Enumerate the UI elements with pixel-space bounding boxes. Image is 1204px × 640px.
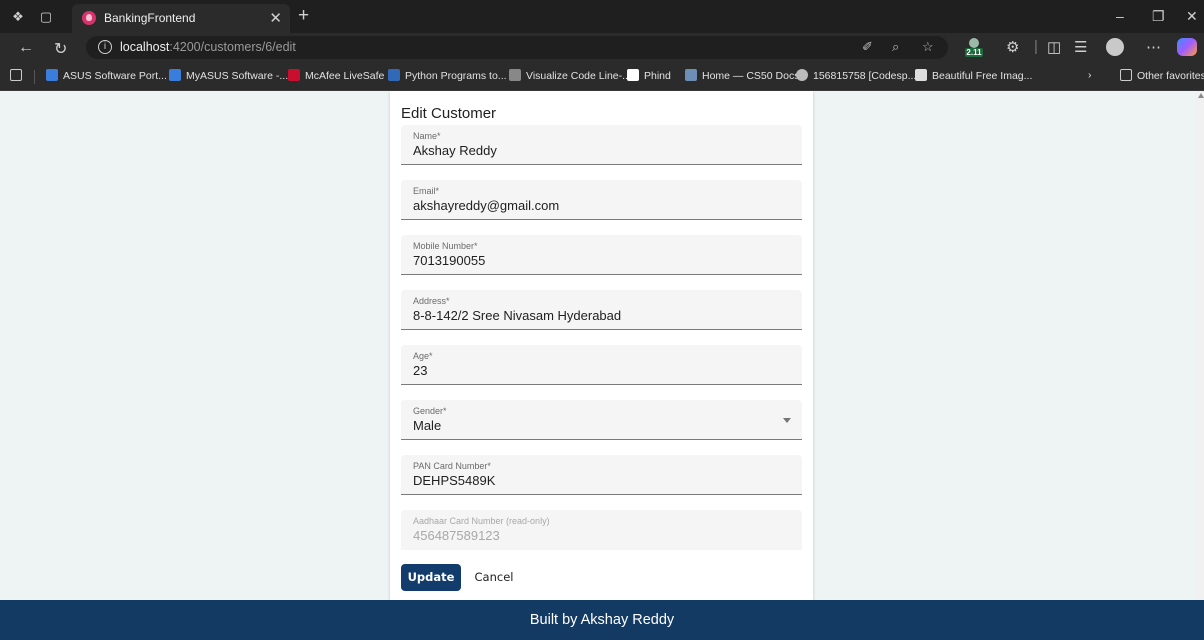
other-favorites[interactable]: Other favorites [1120,69,1204,82]
copilot-icon[interactable] [1177,38,1197,56]
aadhaar-card-field: Aadhaar Card Number (read-only) 45648758… [401,510,802,550]
bookmarks-bar: ASUS Software Port... MyASUS Software -.… [0,62,1204,91]
name-field[interactable]: Name* Akshay Reddy [401,125,802,165]
bookmark-visualize-code[interactable]: Visualize Code Line-... [509,69,631,82]
image-site-icon [915,69,927,81]
form-title: Edit Customer [401,105,497,122]
split-screen-icon[interactable]: ◫ [1047,38,1061,56]
extension-icon[interactable]: 2.11 [965,37,983,57]
workspaces-icon[interactable]: ❖ [10,9,26,25]
angular-favicon-icon [82,11,96,25]
name-label: Name* [413,131,441,141]
extensions-puzzle-icon[interactable]: ⚙ [1006,38,1019,56]
back-icon[interactable]: ← [18,39,34,57]
mobile-number-field[interactable]: Mobile Number* 7013190055 [401,235,802,275]
minimize-icon[interactable]: – [1116,8,1124,24]
visualize-icon [509,69,521,81]
bookmark-phind[interactable]: Phind [627,69,671,82]
mobile-number-label: Mobile Number* [413,241,478,251]
bookmarks-toggle-icon[interactable] [10,69,27,82]
bookmark-cs50-docs[interactable]: Home — CS50 Docs [685,69,799,82]
gender-select[interactable]: Gender* Male [401,400,802,440]
more-bookmarks-chevron-icon[interactable]: › [1088,69,1092,81]
mobile-number-input[interactable]: 7013190055 [413,253,485,268]
new-tab-icon[interactable]: + [298,5,309,27]
phind-icon [627,69,639,81]
restore-icon[interactable]: ❐ [1152,8,1165,25]
favorites-icon[interactable]: ☰ [1074,38,1087,56]
tab-title: BankingFrontend [104,11,196,25]
cancel-button[interactable]: Cancel [468,564,520,591]
bookmark-python-programs[interactable]: Python Programs to... [388,69,507,82]
bookmark-mcafee[interactable]: McAfee LiveSafe [288,69,384,82]
bookmark-beautiful-images[interactable]: Beautiful Free Imag... [915,69,1032,82]
folder-icon [1120,69,1132,81]
age-input[interactable]: 23 [413,363,427,378]
browser-tab-bar: ❖ ▢ BankingFrontend ✕ + – ❐ ✕ [0,0,1204,33]
edit-customer-card: Edit Customer Name* Akshay Reddy Email* … [390,91,813,601]
dropdown-arrow-icon[interactable] [783,418,791,423]
url-input[interactable]: i localhost:4200/customers/6/edit ✐ ⌕ ☆ [86,36,948,59]
update-button[interactable]: Update [401,564,461,591]
profile-avatar[interactable] [1106,38,1124,56]
cs50-icon [685,69,697,81]
page-scrollbar[interactable] [1196,91,1204,600]
address-field[interactable]: Address* 8-8-142/2 Sree Nivasam Hyderaba… [401,290,802,330]
age-field[interactable]: Age* 23 [401,345,802,385]
asus-icon [169,69,181,81]
address-input[interactable]: 8-8-142/2 Sree Nivasam Hyderabad [413,308,621,323]
bookmark-myasus[interactable]: MyASUS Software -... [169,69,288,82]
python-icon [388,69,400,81]
footer: Built by Akshay Reddy [0,600,1204,640]
gender-label: Gender* [413,406,447,416]
tab-banking-frontend[interactable]: BankingFrontend ✕ [72,4,290,33]
email-label: Email* [413,186,440,196]
more-options-icon[interactable]: ⋯ [1146,38,1161,56]
aadhaar-card-value: 456487589123 [413,528,500,543]
mcafee-icon [288,69,300,81]
refresh-icon[interactable]: ↻ [54,39,67,59]
close-tab-icon[interactable]: ✕ [269,9,282,27]
toolbar-divider: | [1034,38,1038,55]
email-input[interactable]: akshayreddy@gmail.com [413,198,559,213]
footer-text: Built by Akshay Reddy [529,612,675,628]
aadhaar-card-label: Aadhaar Card Number (read-only) [413,516,550,526]
address-label: Address* [413,296,450,306]
url-text: localhost:4200/customers/6/edit [120,40,296,54]
bookmark-codespace[interactable]: 156815758 [Codesp... [796,69,916,82]
bookmark-asus-software[interactable]: ASUS Software Port... [46,69,167,82]
site-info-icon[interactable]: i [98,40,112,54]
read-aloud-icon[interactable]: ✐ [862,39,873,55]
github-icon [796,69,808,81]
pan-card-label: PAN Card Number* [413,461,491,471]
address-bar-row: ← ↻ i localhost:4200/customers/6/edit ✐ … [0,33,1204,62]
pan-card-input[interactable]: DEHPS5489K [413,473,495,488]
asus-icon [46,69,58,81]
email-field[interactable]: Email* akshayreddy@gmail.com [401,180,802,220]
bookmarks-divider [34,70,35,84]
page-content: Edit Customer Name* Akshay Reddy Email* … [0,91,1204,601]
name-input[interactable]: Akshay Reddy [413,143,497,158]
pan-card-field[interactable]: PAN Card Number* DEHPS5489K [401,455,802,495]
favorite-star-icon[interactable]: ☆ [922,39,934,55]
gender-value: Male [413,418,442,433]
scroll-up-icon[interactable] [1198,93,1204,98]
tab-actions-icon[interactable]: ▢ [38,9,54,25]
close-window-icon[interactable]: ✕ [1186,8,1198,25]
age-label: Age* [413,351,433,361]
zoom-icon[interactable]: ⌕ [892,39,899,55]
